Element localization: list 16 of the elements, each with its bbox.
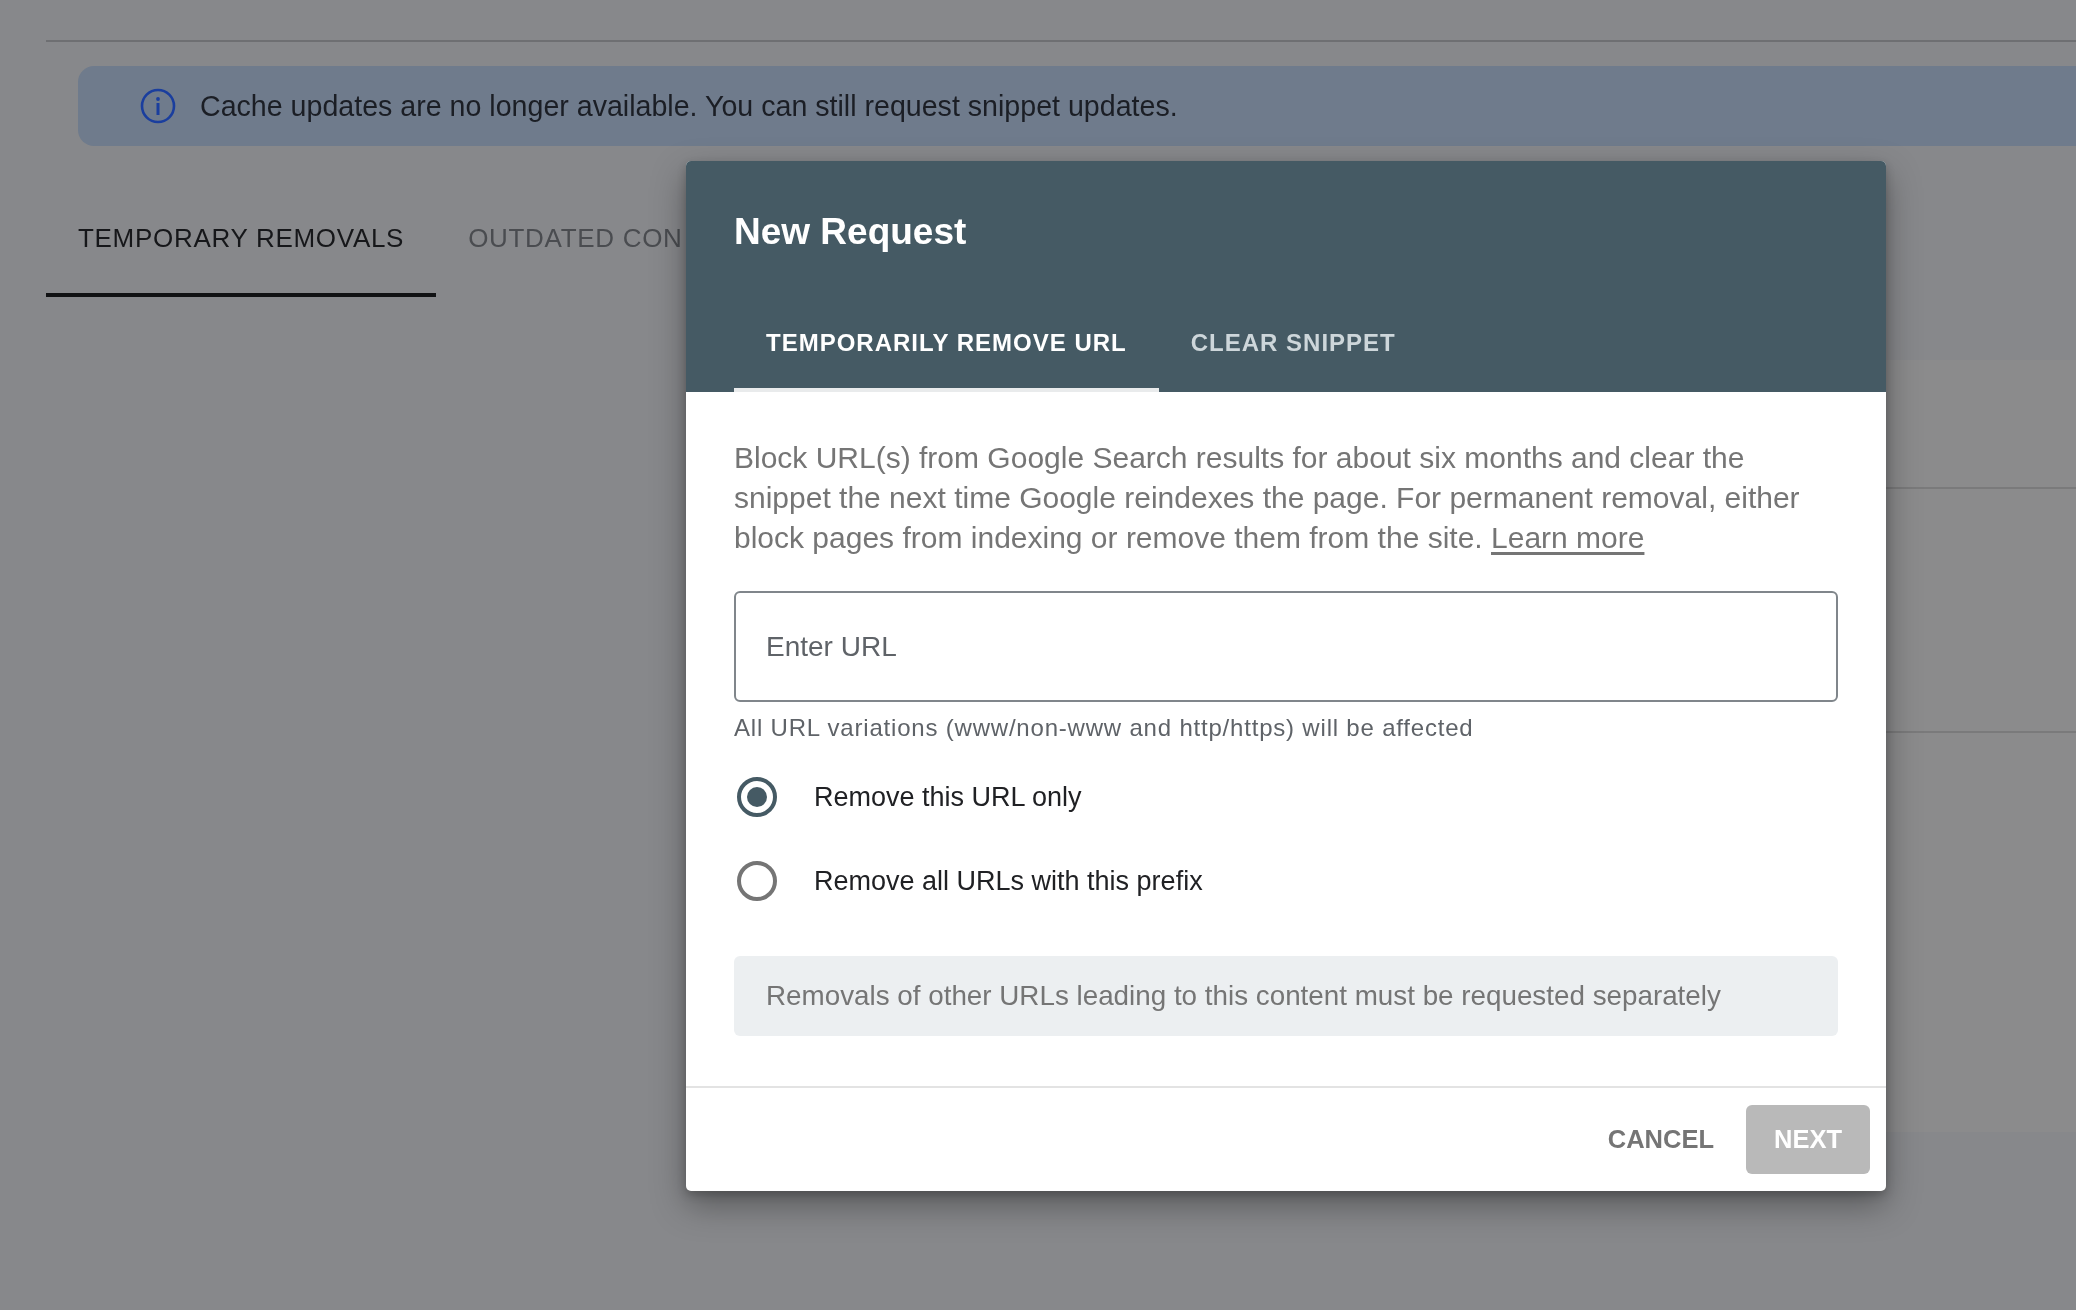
helper-text: All URL variations (www/non-www and http/https) will be affected	[734, 714, 1474, 742]
description-text: Block URL(s) from Google Search results for about six months and clear the snippet the next time Google reindexes the page. For permanent removal, either block pages from indexing or remove them from the site. Learn more	[734, 440, 1801, 556]
radio-label[interactable]: Remove this URL only	[814, 781, 1082, 813]
learn-more-link[interactable]: Learn more	[1491, 521, 1645, 554]
radio-label[interactable]: Remove all URLs with this prefix	[814, 865, 1203, 897]
dialog-tab[interactable]: CLEAR SNIPPET	[1158, 294, 1428, 392]
cancel-button[interactable]: CANCEL	[1583, 1105, 1738, 1174]
radio-button[interactable]	[737, 777, 777, 817]
info-icon	[140, 88, 176, 124]
radio-button[interactable]	[737, 861, 777, 901]
banner-text: Cache updates are no longer available. You can still request snippet updates.	[200, 89, 1178, 123]
note-text: Removals of other URLs leading to this content must be requested separately	[766, 980, 1721, 1012]
dialog-tab[interactable]: TEMPORARILY REMOVE URL	[734, 294, 1159, 392]
dialog-title: New Request	[734, 210, 967, 254]
url-input-field[interactable]: Enter URL	[734, 591, 1838, 702]
page-tab[interactable]: TEMPORARY REMOVALS	[46, 180, 437, 297]
